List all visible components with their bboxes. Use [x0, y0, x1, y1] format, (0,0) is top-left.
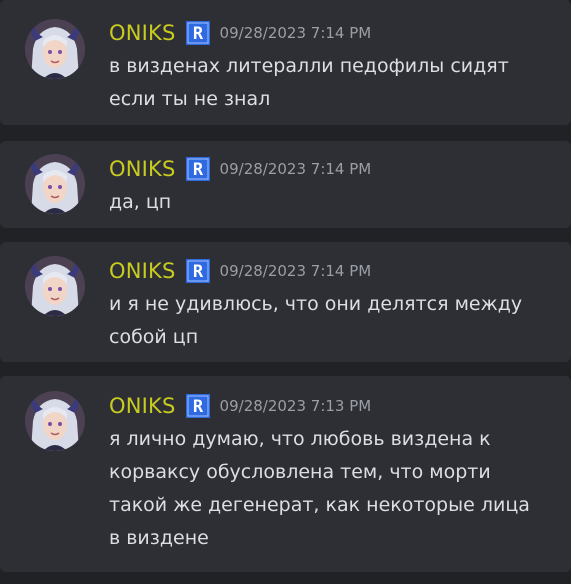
username[interactable]: ONIKS: [109, 21, 176, 45]
message-text: в визденах литералли педофилы сидят если…: [109, 55, 509, 110]
user-avatar[interactable]: [25, 391, 85, 451]
timestamp: 09/28/2023 7:14 PM: [219, 24, 372, 42]
message-4: ONIKS R 09/28/2023 7:13 PM я лично думаю…: [0, 376, 571, 572]
username[interactable]: ONIKS: [109, 394, 176, 418]
badge-letter: R: [192, 397, 203, 417]
message-3: ONIKS R 09/28/2023 7:14 PM и я не удивлю…: [0, 242, 571, 362]
role-badge-icon: R: [185, 20, 211, 46]
role-badge-icon: R: [185, 393, 211, 419]
username[interactable]: ONIKS: [109, 259, 176, 283]
user-avatar[interactable]: [25, 19, 85, 79]
badge-letter: R: [192, 160, 203, 180]
timestamp: 09/28/2023 7:14 PM: [219, 160, 372, 178]
badge-letter: R: [192, 262, 203, 282]
timestamp: 09/28/2023 7:14 PM: [219, 262, 372, 280]
message-text: да, цп: [109, 191, 172, 213]
badge-letter: R: [192, 24, 203, 44]
role-badge-icon: R: [185, 156, 211, 182]
role-badge-icon: R: [185, 258, 211, 284]
user-avatar[interactable]: [25, 256, 85, 316]
message-1: ONIKS R 09/28/2023 7:14 PM в визденах ли…: [0, 0, 571, 125]
message-2: ONIKS R 09/28/2023 7:14 PM да, цп: [0, 141, 571, 228]
username[interactable]: ONIKS: [109, 157, 176, 181]
message-text: я лично думаю, что любовь виздена к корв…: [109, 428, 530, 549]
message-text: и я не удивлюсь, что они делятся между с…: [109, 293, 523, 348]
timestamp: 09/28/2023 7:13 PM: [219, 397, 372, 415]
user-avatar[interactable]: [25, 154, 85, 214]
